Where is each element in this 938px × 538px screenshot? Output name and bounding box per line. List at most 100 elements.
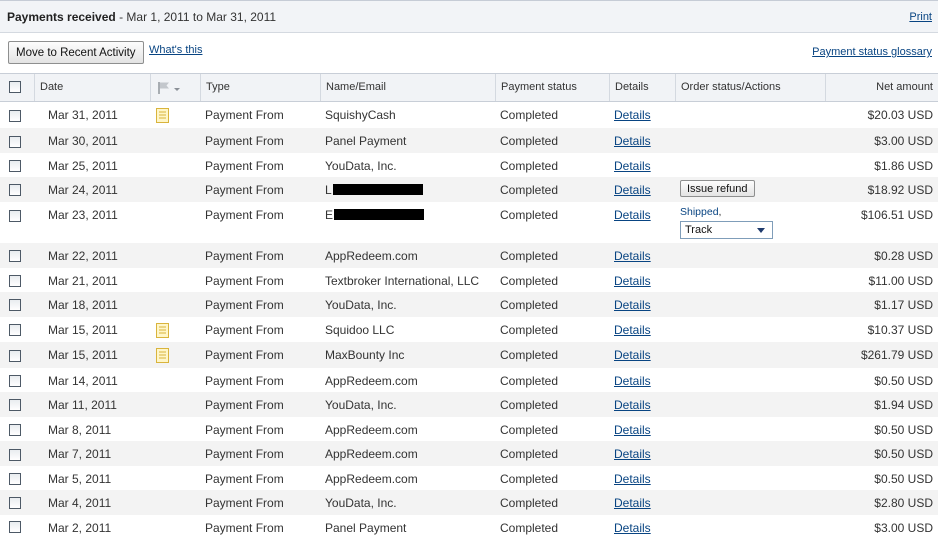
row-details-link[interactable]: Details [614,274,651,288]
row-details-link[interactable]: Details [614,398,651,412]
row-details-link[interactable]: Details [614,348,651,362]
row-net-amount: $1.17 USD [874,298,933,312]
row-payment-status: Completed [500,183,559,197]
row-details-link[interactable]: Details [614,423,651,437]
section-header: Payments received - Mar 1, 2011 to Mar 3… [0,0,938,33]
whats-this-link[interactable]: What's this [149,44,202,56]
column-type[interactable]: Type [200,74,320,101]
table-row: Mar 18, 2011 Payment From YouData, Inc. Com… [0,292,938,317]
move-to-recent-activity-button[interactable]: Move to Recent Activity [8,41,144,64]
row-details-link[interactable]: Details [614,134,651,148]
row-payment-status: Completed [500,496,559,510]
note-icon[interactable] [156,108,169,123]
row-details-link[interactable]: Details [614,496,651,510]
column-date[interactable]: Date [34,74,150,101]
row-checkbox[interactable] [9,424,21,436]
shipped-link[interactable]: Shipped [680,206,719,218]
row-net-amount: $106.51 USD [860,208,933,222]
row-details-link[interactable]: Details [614,108,651,122]
table-row: Mar 21, 2011 Payment From Textbroker Inter… [0,268,938,292]
row-date: Mar 25, 2011 [48,159,118,173]
row-checkbox[interactable] [9,521,21,533]
row-checkbox[interactable] [9,497,21,509]
row-details-link[interactable]: Details [614,208,651,222]
row-type: Payment From [205,374,284,388]
row-details-link[interactable]: Details [614,374,651,388]
toolbar: Move to Recent Activity What's this Paym… [0,33,938,73]
row-date: Mar 14, 2011 [48,374,118,388]
row-details-link[interactable]: Details [614,323,651,337]
row-net-amount: $261.79 USD [860,348,933,362]
date-range: - Mar 1, 2011 to Mar 31, 2011 [115,10,277,24]
table-row: Mar 30, 2011 Payment From Panel Payment Com… [0,128,938,153]
row-name-email: AppRedeem.com [325,374,418,388]
row-date: Mar 22, 2011 [48,249,118,263]
page-title-text: Payments received [7,10,116,24]
note-icon[interactable] [156,348,169,363]
row-type: Payment From [205,249,284,263]
column-payment-status[interactable]: Payment status [495,74,609,101]
row-details-link[interactable]: Details [614,249,651,263]
row-name-email: Panel Payment [325,521,407,535]
row-payment-status: Completed [500,249,559,263]
order-status: Shipped, [680,206,721,218]
row-name-email: YouData, Inc. [325,398,397,412]
row-payment-status: Completed [500,208,559,222]
row-checkbox[interactable] [9,136,21,148]
row-checkbox[interactable] [9,324,21,336]
row-checkbox[interactable] [9,275,21,287]
table-header: Date Type Name/Email Payment status Deta… [0,73,938,102]
row-net-amount: $0.50 USD [874,374,933,388]
row-net-amount: $0.28 USD [874,249,933,263]
table-row: Mar 7, 2011 Payment From AppRedeem.com Comp… [0,441,938,466]
row-checkbox[interactable] [9,350,21,362]
row-details-link[interactable]: Details [614,159,651,173]
redaction-bar [332,184,423,195]
track-dropdown-value: Track [685,224,713,236]
row-checkbox[interactable] [9,299,21,311]
row-checkbox[interactable] [9,449,21,461]
track-dropdown[interactable]: Track [680,221,773,239]
row-checkbox[interactable] [9,110,21,122]
row-details-link[interactable]: Details [614,472,651,486]
row-payment-status: Completed [500,134,559,148]
row-type: Payment From [205,134,284,148]
row-checkbox[interactable] [9,375,21,387]
row-checkbox[interactable] [9,160,21,172]
row-net-amount: $1.94 USD [874,398,933,412]
row-checkbox[interactable] [9,399,21,411]
row-name-initial: E [325,208,334,222]
column-name-email[interactable]: Name/Email [320,74,495,101]
row-name-email: E [325,208,425,222]
issue-refund-button[interactable]: Issue refund [680,180,755,197]
row-net-amount: $0.50 USD [874,447,933,461]
row-details-link[interactable]: Details [614,521,651,535]
row-details-link[interactable]: Details [614,447,651,461]
row-net-amount: $2.80 USD [874,496,933,510]
row-checkbox[interactable] [9,250,21,262]
row-type: Payment From [205,298,284,312]
column-flag[interactable] [150,74,200,101]
payment-status-glossary-link[interactable]: Payment status glossary [812,46,932,58]
row-name-email: Squidoo LLC [325,323,395,337]
row-date: Mar 30, 2011 [48,134,118,148]
row-net-amount: $1.86 USD [874,159,933,173]
row-name-email: YouData, Inc. [325,159,397,173]
row-date: Mar 18, 2011 [48,298,118,312]
print-link[interactable]: Print [909,11,932,23]
row-net-amount: $0.50 USD [874,472,933,486]
row-net-amount: $20.03 USD [867,108,933,122]
table-row: Mar 23, 2011 Payment From E Completed Detail… [0,202,938,243]
row-checkbox[interactable] [9,184,21,196]
row-details-link[interactable]: Details [614,183,651,197]
row-checkbox[interactable] [9,473,21,485]
row-date: Mar 2, 2011 [48,521,112,535]
column-net-amount[interactable]: Net amount [825,74,938,101]
row-payment-status: Completed [500,274,559,288]
row-name-initial: L [325,183,332,197]
note-icon[interactable] [156,323,169,338]
select-all-checkbox[interactable] [9,81,21,93]
row-details-link[interactable]: Details [614,298,651,312]
row-checkbox[interactable] [9,210,21,222]
row-payment-status: Completed [500,398,559,412]
